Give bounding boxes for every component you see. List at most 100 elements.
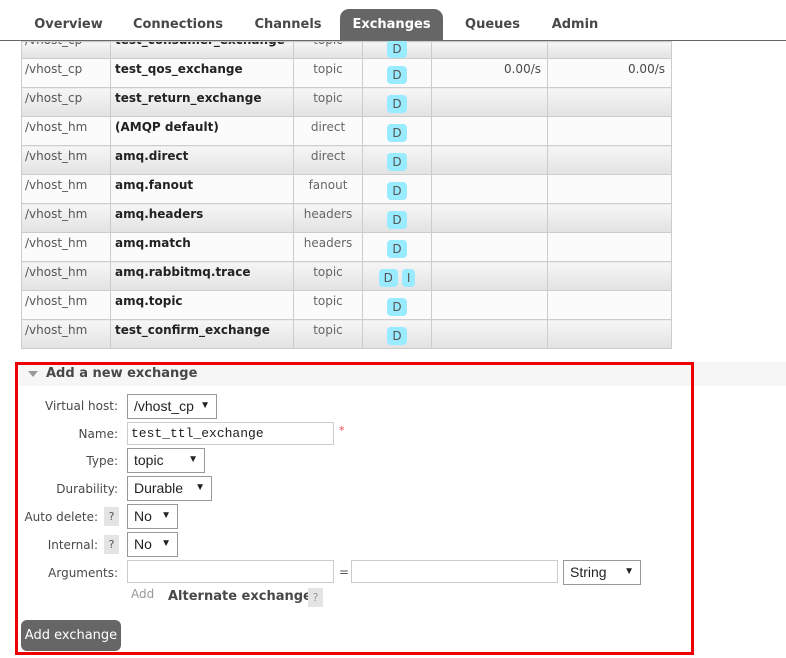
type-cell: topic [313, 294, 343, 308]
exchange-name-link[interactable]: amq.topic [115, 294, 183, 308]
table-row[interactable]: /vhost_hm amq.fanout fanout D [21, 174, 672, 204]
name-label: Name: [78, 427, 118, 441]
exchange-name-link[interactable]: test_return_exchange [115, 91, 261, 105]
features-cell: D [362, 319, 432, 349]
collapse-triangle-icon[interactable] [28, 371, 38, 377]
exchange-name-link[interactable]: test_qos_exchange [115, 62, 243, 76]
name-input[interactable]: test_ttl_exchange [127, 422, 334, 445]
vhost-cell: /vhost_hm [25, 294, 88, 308]
exchange-name-link[interactable]: amq.headers [115, 207, 203, 221]
vhost-cell: /vhost_hm [25, 207, 88, 221]
type-cell: direct [310, 149, 346, 163]
durable-badge: D [387, 124, 407, 142]
argument-key-input[interactable] [127, 560, 334, 583]
argument-type-select[interactable]: String ▼ [563, 560, 641, 585]
exchange-name-link[interactable]: (AMQP default) [115, 120, 219, 134]
argument-type-value: String [570, 564, 607, 580]
vhost-cell: /vhost_hm [25, 323, 88, 337]
durable-badge: D [387, 298, 407, 316]
tab-overview[interactable]: Overview [21, 9, 116, 41]
section-title[interactable]: Add a new exchange [46, 366, 197, 381]
durable-badge: D [387, 95, 407, 113]
table-row[interactable]: /vhost_hm amq.rabbitmq.trace topic D I [21, 261, 672, 291]
virtual-host-select[interactable]: /vhost_cp ▼ [127, 394, 217, 419]
chevron-down-icon: ▼ [195, 482, 205, 493]
exchanges-table: /vhost_cptest_consumer_exchangetopicD/vh… [21, 40, 672, 349]
table-row[interactable]: /vhost_cp test_qos_exchange topic D 0.00/s 0.… [21, 58, 672, 88]
type-cell: topic [313, 323, 343, 337]
virtual-host-value: /vhost_cp [134, 398, 194, 414]
table-row[interactable]: /vhost_hm amq.headers headers D [21, 203, 672, 233]
tab-connections[interactable]: Connections [124, 9, 232, 41]
durable-badge: D [387, 182, 407, 200]
type-cell: topic [313, 42, 343, 47]
type-cell: direct [310, 120, 346, 134]
durable-badge: D [387, 66, 407, 84]
chevron-down-icon: ▼ [161, 538, 171, 549]
tab-exchanges[interactable]: Exchanges [340, 9, 443, 41]
exchange-name-link[interactable]: amq.direct [115, 149, 188, 163]
features-cell: D [362, 40, 432, 59]
argument-value-input[interactable] [351, 560, 558, 583]
features-cell: DI [362, 261, 432, 291]
durable-badge: D [387, 40, 407, 58]
auto-delete-help-icon[interactable]: ? [104, 507, 119, 526]
features-cell: D [362, 87, 432, 117]
chevron-down-icon: ▼ [161, 510, 171, 521]
alternate-exchange-link[interactable]: Alternate exchange [168, 589, 312, 604]
features-cell: D [362, 116, 432, 146]
features-cell: D [362, 58, 432, 88]
chevron-down-icon: ▼ [188, 454, 198, 465]
features-cell: D [362, 174, 432, 204]
type-cell: topic [313, 91, 343, 105]
table-row[interactable]: /vhost_hm amq.match headers D [21, 232, 672, 262]
features-cell: D [362, 145, 432, 175]
vhost-cell: /vhost_hm [25, 178, 88, 192]
tab-channels[interactable]: Channels [243, 9, 333, 41]
vhost-cell: /vhost_hm [25, 149, 88, 163]
vhost-cell: /vhost_hm [25, 265, 88, 279]
exchange-name-link[interactable]: amq.match [115, 236, 191, 250]
type-cell: topic [313, 265, 343, 279]
type-cell: headers [303, 207, 353, 221]
exchange-name-link[interactable]: amq.fanout [115, 178, 193, 192]
type-cell: headers [303, 236, 353, 250]
arguments-label: Arguments: [48, 566, 118, 580]
table-row[interactable]: /vhost_cp test_consumer_exchange topic D [21, 40, 672, 59]
auto-delete-label: Auto delete: [24, 510, 98, 524]
features-cell: D [362, 203, 432, 233]
main-nav-tabs: Overview Connections Channels Exchanges … [0, 0, 786, 41]
durability-select[interactable]: Durable ▼ [127, 476, 212, 501]
vhost-cell: /vhost_cp [25, 42, 82, 47]
durable-badge: D [387, 327, 407, 345]
table-row[interactable]: /vhost_hm amq.direct direct D [21, 145, 672, 175]
table-row[interactable]: /vhost_hm amq.topic topic D [21, 290, 672, 320]
type-select[interactable]: topic ▼ [127, 448, 205, 473]
add-argument-link[interactable]: Add [131, 587, 154, 601]
internal-help-icon[interactable]: ? [104, 535, 119, 554]
vhost-cell: /vhost_cp [25, 62, 83, 76]
internal-select[interactable]: No ▼ [127, 532, 178, 557]
required-marker: * [339, 424, 345, 437]
message-rate-out: 0.00/s [627, 62, 665, 76]
equals-sign: = [339, 565, 350, 579]
table-row[interactable]: /vhost_cp test_return_exchange topic D [21, 87, 672, 117]
alternate-exchange-help-icon[interactable]: ? [308, 588, 323, 607]
type-value: topic [134, 452, 164, 468]
durability-label: Durability: [56, 482, 118, 496]
type-label: Type: [86, 454, 118, 468]
tab-queues[interactable]: Queues [455, 9, 530, 41]
durable-badge: D [387, 211, 407, 229]
exchange-name-link[interactable]: amq.rabbitmq.trace [115, 265, 250, 279]
table-row[interactable]: /vhost_hm (AMQP default) direct D [21, 116, 672, 146]
vhost-cell: /vhost_hm [25, 236, 88, 250]
table-row[interactable]: /vhost_hm test_confirm_exchange topic D [21, 319, 672, 349]
vhost-cell: /vhost_hm [25, 120, 88, 134]
exchange-name-link[interactable]: test_consumer_exchange [115, 42, 285, 47]
exchange-name-link[interactable]: test_confirm_exchange [115, 323, 270, 337]
tab-admin[interactable]: Admin [540, 9, 610, 41]
type-cell: topic [313, 62, 343, 76]
add-exchange-button[interactable]: Add exchange [21, 620, 121, 651]
auto-delete-select[interactable]: No ▼ [127, 504, 178, 529]
chevron-down-icon: ▼ [624, 566, 634, 577]
